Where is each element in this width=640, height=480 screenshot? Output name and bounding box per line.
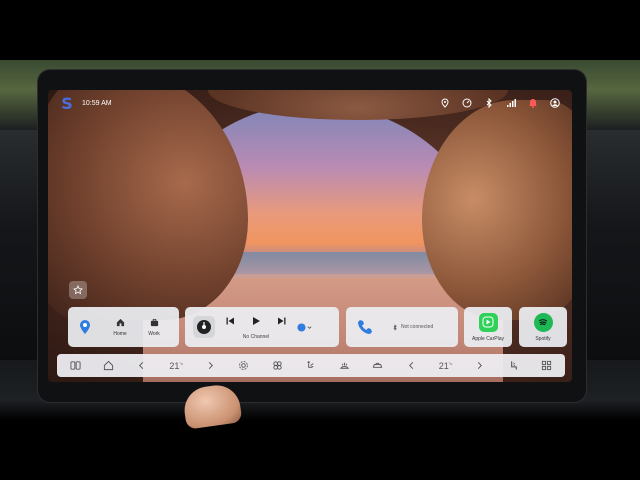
left-temp-down-icon[interactable] bbox=[136, 360, 148, 371]
map-pin-icon[interactable] bbox=[76, 319, 93, 335]
defrost-front-icon[interactable] bbox=[338, 360, 350, 371]
right-temp-unit: °c bbox=[448, 360, 453, 366]
phone-widget[interactable]: Not connected bbox=[346, 307, 458, 347]
launcher-logo-icon[interactable]: S bbox=[60, 94, 74, 113]
bluetooth-small-icon bbox=[393, 323, 397, 331]
recirculation-icon[interactable] bbox=[372, 360, 384, 371]
nav-work-button[interactable]: Work bbox=[137, 318, 171, 337]
user-icon[interactable] bbox=[549, 98, 560, 109]
left-temp-value: 21 bbox=[169, 360, 180, 371]
nav-home-label: Home bbox=[113, 330, 127, 337]
location-icon[interactable] bbox=[439, 98, 450, 109]
carplay-icon bbox=[478, 312, 498, 332]
settings-gear-icon[interactable] bbox=[238, 360, 250, 371]
spotify-widget[interactable]: Spotify bbox=[519, 307, 567, 347]
climate-dock: 21°c 21°c bbox=[57, 354, 565, 377]
spotify-icon bbox=[533, 312, 553, 332]
carplay-widget[interactable]: Apple CarPlay bbox=[464, 307, 512, 347]
left-temp-unit: °c bbox=[179, 360, 184, 366]
phone-status-text: Not connected bbox=[401, 324, 434, 330]
dashboard-right bbox=[580, 130, 640, 360]
chevron-down-icon bbox=[307, 325, 312, 329]
carplay-label: Apple CarPlay bbox=[472, 335, 504, 342]
channel-label: No Channel bbox=[242, 334, 270, 340]
right-temp-down-icon[interactable] bbox=[405, 360, 417, 371]
wallpaper-rock-right bbox=[422, 100, 572, 320]
widget-edit-button[interactable] bbox=[69, 281, 87, 299]
signal-icon bbox=[505, 98, 516, 109]
app-grid-icon[interactable] bbox=[541, 360, 553, 371]
star-outline-icon bbox=[73, 285, 83, 295]
source-globe-icon bbox=[297, 322, 306, 332]
media-widget: No Channel bbox=[185, 307, 339, 347]
media-controls: No Channel bbox=[225, 314, 287, 340]
home-screen-icon[interactable] bbox=[102, 360, 114, 371]
bell-icon[interactable] bbox=[527, 98, 538, 109]
status-bar: S 10:59 AM bbox=[48, 90, 572, 116]
gauge-icon[interactable] bbox=[461, 98, 472, 109]
photo-scene: S 10:59 AM Home Work No Channel Not conn… bbox=[0, 0, 640, 480]
clock: 10:59 AM bbox=[82, 99, 112, 107]
airflow-direction-icon[interactable] bbox=[305, 360, 317, 371]
nav-home-button[interactable]: Home bbox=[103, 318, 137, 337]
navigation-widget: Home Work bbox=[68, 307, 179, 347]
briefcase-icon bbox=[150, 318, 158, 326]
play-icon[interactable] bbox=[251, 316, 261, 326]
phone-bt-status: Not connected bbox=[392, 323, 434, 331]
fan-speed-icon[interactable] bbox=[271, 360, 283, 371]
next-track-icon[interactable] bbox=[277, 316, 287, 326]
spotify-label: Spotify bbox=[535, 335, 551, 342]
nav-work-label: Work bbox=[148, 330, 160, 337]
right-temp-up-icon[interactable] bbox=[474, 360, 486, 371]
right-temp-value: 21 bbox=[438, 360, 449, 371]
status-icons bbox=[439, 98, 560, 109]
seat-heater-icon[interactable] bbox=[507, 360, 519, 371]
bluetooth-icon[interactable] bbox=[483, 98, 494, 109]
album-art[interactable] bbox=[193, 316, 215, 338]
phone-icon bbox=[358, 320, 372, 334]
media-source-button[interactable] bbox=[297, 322, 312, 332]
left-temp-display: 21°c bbox=[169, 361, 183, 371]
music-disc-icon bbox=[197, 320, 211, 334]
home-icon bbox=[116, 318, 124, 326]
split-screen-icon[interactable] bbox=[69, 360, 81, 371]
tablet-screen: S 10:59 AM Home Work No Channel Not conn… bbox=[48, 90, 572, 382]
right-temp-display: 21°c bbox=[439, 361, 453, 371]
previous-track-icon[interactable] bbox=[225, 316, 235, 326]
left-temp-up-icon[interactable] bbox=[205, 360, 217, 371]
